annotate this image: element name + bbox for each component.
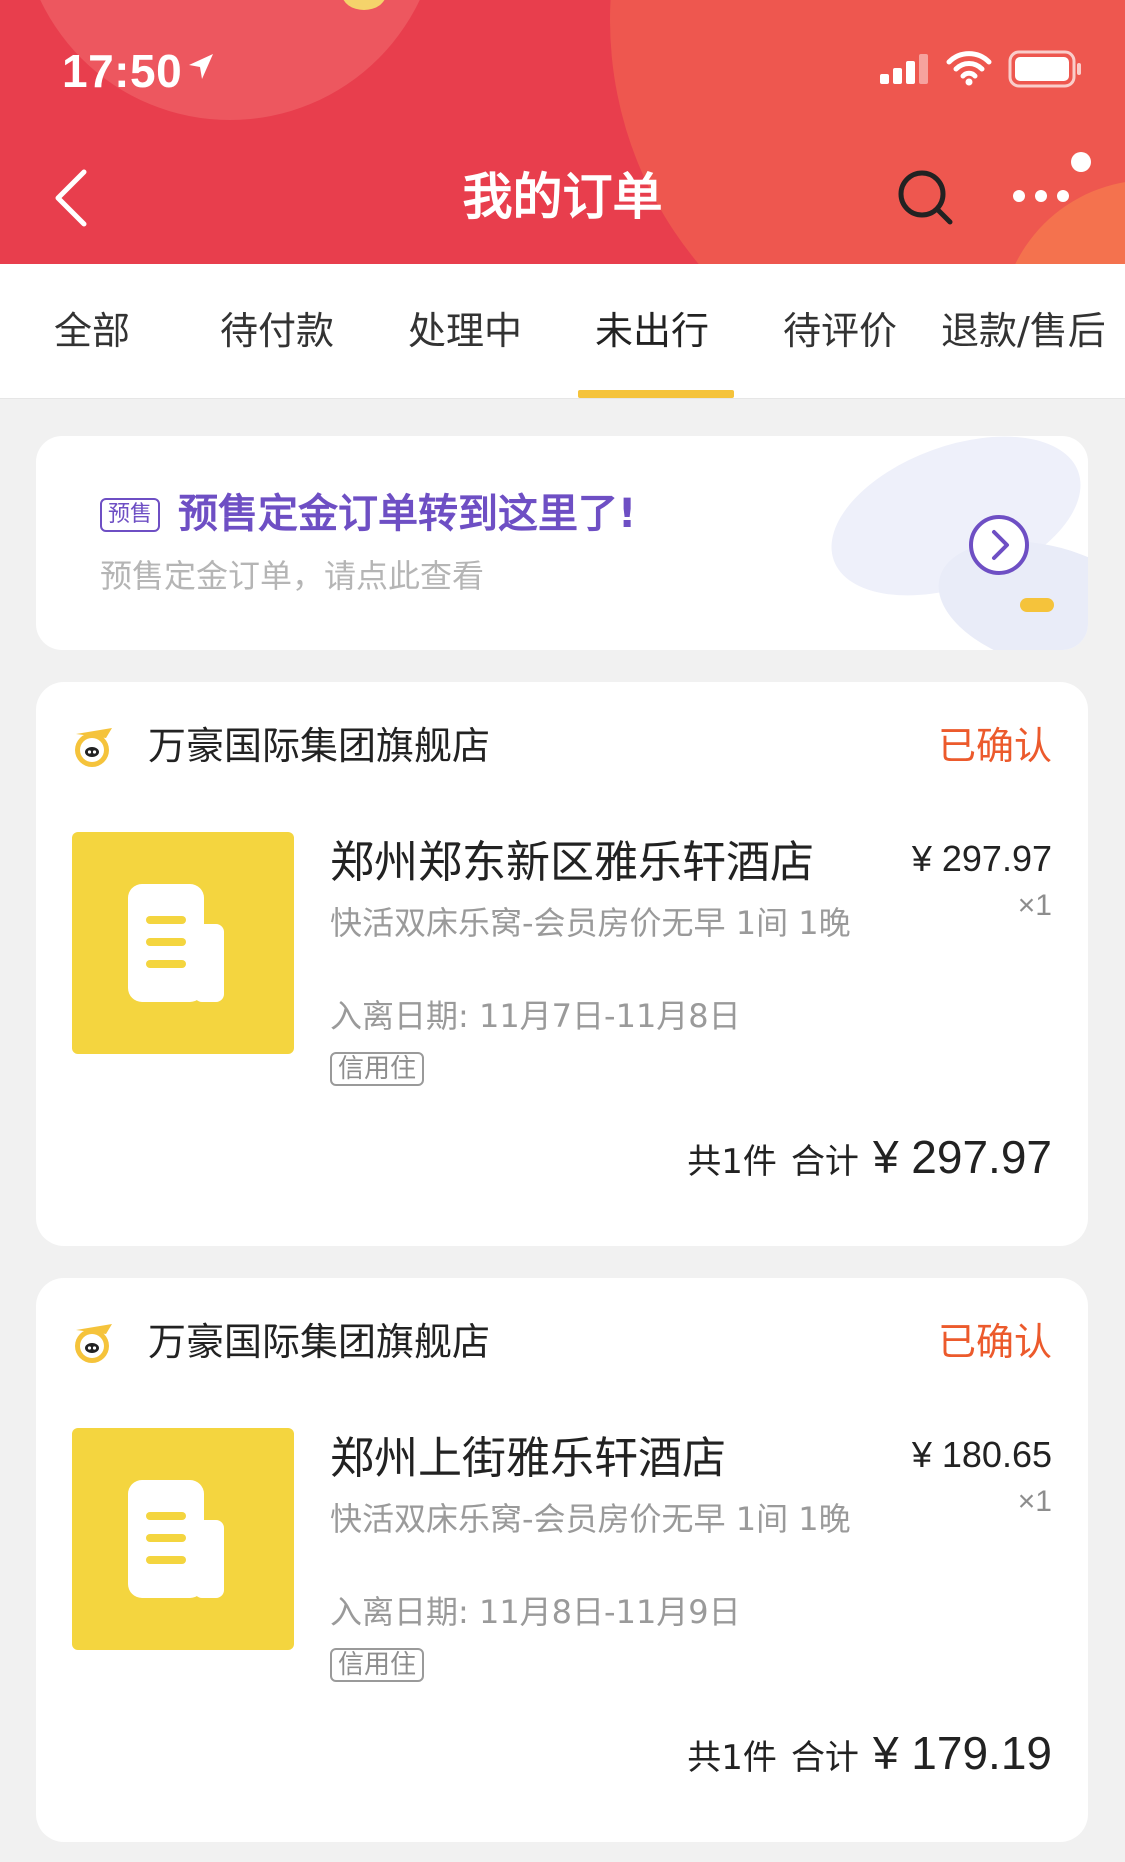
document-icon <box>128 884 224 1002</box>
battery-icon <box>1008 50 1081 88</box>
order-total-row: 共1件 合计 ¥ 297.97 <box>687 1130 1052 1194</box>
unit-price: ¥ 180.65 <box>911 1434 1052 1475</box>
hotel-name: 郑州郑东新区雅乐轩酒店 <box>330 837 814 888</box>
active-tab-indicator <box>578 390 734 398</box>
wifi-icon <box>946 51 992 86</box>
shop-name[interactable]: 万豪国际集团旗舰店 <box>148 720 490 772</box>
location-arrow-icon <box>189 54 213 79</box>
order-total-row: 共1件 合计 ¥ 179.19 <box>687 1726 1052 1790</box>
tab-pending-review[interactable]: 待评价 <box>783 306 897 356</box>
notification-dot <box>1071 152 1091 172</box>
tab-all[interactable]: 全部 <box>54 306 130 356</box>
quantity: ×1 <box>1017 889 1052 922</box>
banner-page-indicator <box>1020 598 1054 612</box>
total-count: 共1件 <box>687 1738 777 1778</box>
order-status: 已确认 <box>937 724 1052 768</box>
room-description: 快活双床乐窝-会员房价无早 1间 1晚 <box>330 1500 851 1538</box>
banner-subtitle: 预售定金订单，请点此查看 <box>100 557 485 595</box>
total-count: 共1件 <box>687 1142 777 1182</box>
credit-stay-tag: 信用住 <box>330 1648 425 1682</box>
search-icon[interactable] <box>896 168 956 228</box>
unit-price: ¥ 297.97 <box>911 838 1052 879</box>
shop-name[interactable]: 万豪国际集团旗舰店 <box>148 1316 490 1368</box>
fliggy-pig-icon <box>75 1324 112 1363</box>
order-status: 已确认 <box>937 1320 1052 1364</box>
presale-badge: 预售 <box>100 498 161 532</box>
total-label: 合计 <box>790 1738 859 1778</box>
room-description: 快活双床乐窝-会员房价无早 1间 1晚 <box>330 904 851 942</box>
top-header: 17:50 我的订单 <box>0 0 1125 264</box>
fliggy-pig-icon <box>75 728 112 767</box>
banner-title: 预售定金订单转到这里了! <box>178 491 637 537</box>
cellular-signal-icon <box>880 54 928 84</box>
order-card[interactable]: 万豪国际集团旗舰店 已确认 郑州郑东新区雅乐轩酒店 快活双床乐窝-会员房价无早 … <box>36 682 1088 1246</box>
presale-banner[interactable]: 预售 预售定金订单转到这里了! 预售定金订单，请点此查看 <box>36 436 1088 650</box>
circle-chevron-right-icon[interactable] <box>968 514 1030 576</box>
tab-processing[interactable]: 处理中 <box>408 306 522 356</box>
order-card[interactable]: 万豪国际集团旗舰店 已确认 郑州上街雅乐轩酒店 快活双床乐窝-会员房价无早 1间… <box>36 1278 1088 1842</box>
order-tabs: 全部 待付款 处理中 未出行 待评价 退款/售后 <box>0 264 1125 399</box>
hotel-thumbnail[interactable] <box>72 1428 294 1650</box>
status-time: 17:50 <box>62 45 183 97</box>
more-dots-icon[interactable] <box>1010 186 1072 206</box>
stay-dates: 入离日期: 11月8日-11月9日 <box>330 1593 741 1631</box>
total-label: 合计 <box>790 1142 859 1182</box>
tab-refund-aftersale[interactable]: 退款/售后 <box>941 306 1106 356</box>
page-title: 我的订单 <box>462 168 663 226</box>
quantity: ×1 <box>1017 1485 1052 1518</box>
document-icon <box>128 1480 224 1598</box>
tab-pending-payment[interactable]: 待付款 <box>220 306 334 356</box>
hotel-name: 郑州上街雅乐轩酒店 <box>330 1433 726 1484</box>
hotel-thumbnail[interactable] <box>72 832 294 1054</box>
total-amount: ¥ 297.97 <box>872 1131 1052 1183</box>
credit-stay-tag: 信用住 <box>330 1052 425 1086</box>
tab-not-traveled[interactable]: 未出行 <box>595 306 709 356</box>
stay-dates: 入离日期: 11月7日-11月8日 <box>330 997 741 1035</box>
total-amount: ¥ 179.19 <box>872 1727 1052 1779</box>
